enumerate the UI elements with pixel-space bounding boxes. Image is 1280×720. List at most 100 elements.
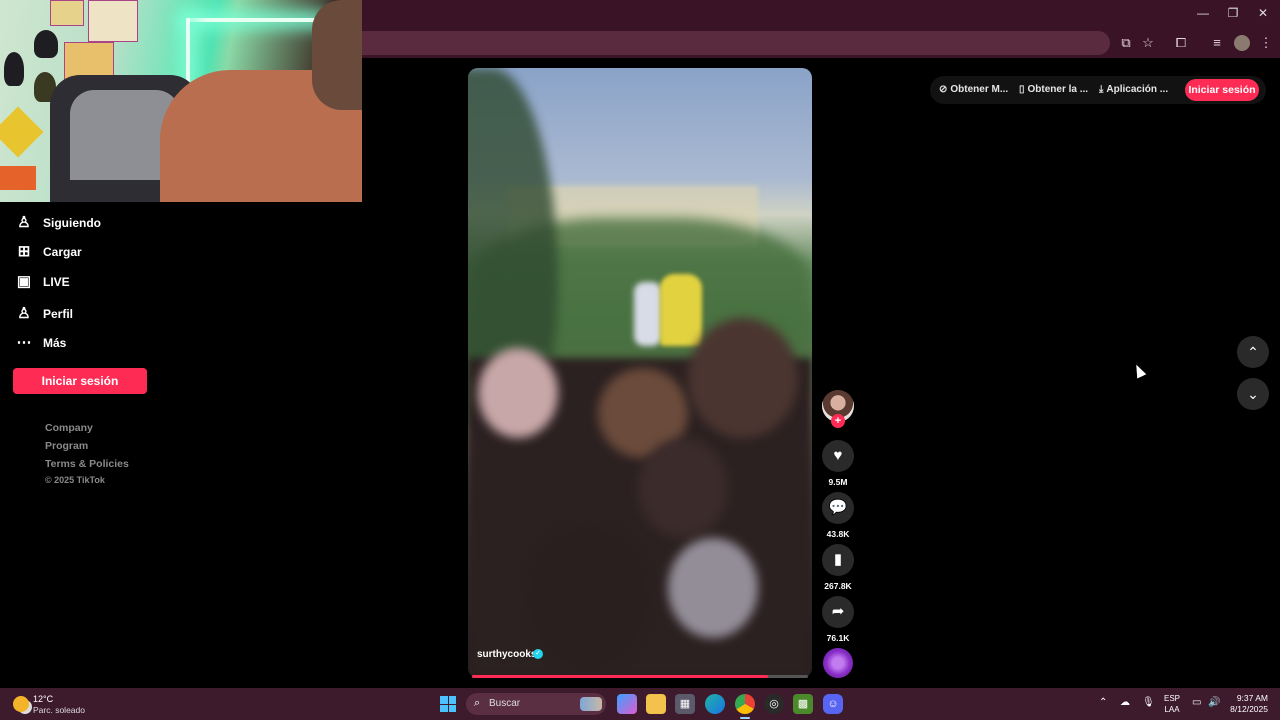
video-scene-child <box>688 318 798 438</box>
video-progress-bar[interactable] <box>472 675 808 678</box>
header-link-coins[interactable]: ⊘ Obtener M... <box>939 84 1008 95</box>
copyright: © 2025 TikTok <box>45 475 105 485</box>
close-button[interactable]: ✕ <box>1256 6 1270 20</box>
windows-logo-icon <box>448 696 456 704</box>
header-login-button[interactable]: Iniciar sesión <box>1185 79 1259 101</box>
sidebar-item-label: Más <box>43 336 67 350</box>
login-button[interactable]: Iniciar sesión <box>13 368 147 394</box>
share-button[interactable]: ➦ <box>822 596 854 628</box>
active-app-indicator <box>740 717 750 719</box>
input-language[interactable]: ESP LAA <box>1160 693 1184 715</box>
chrome-icon[interactable] <box>735 694 755 714</box>
display-icon[interactable]: ▭ <box>1192 697 1201 708</box>
wall-poster <box>88 0 138 42</box>
sidebar-item-label: Siguiendo <box>43 216 101 230</box>
weather-temp[interactable]: 12°C <box>33 694 53 704</box>
extensions-icon[interactable]: ⧠ <box>1172 34 1190 52</box>
minecraft-icon[interactable]: ▩ <box>793 694 813 714</box>
weather-icon[interactable] <box>13 696 29 712</box>
chevron-down-icon: ⌄ <box>1247 386 1259 402</box>
video-scene-child <box>638 438 728 538</box>
sidebar-item-profile[interactable]: ♙ Perfil <box>16 303 73 325</box>
sidebar-item-following[interactable]: ♙ Siguiendo <box>16 212 101 234</box>
file-explorer-icon[interactable] <box>646 694 666 714</box>
upload-icon: ⊞ <box>17 243 31 260</box>
sidebar-item-label: Cargar <box>43 245 82 259</box>
next-video-button[interactable]: ⌄ <box>1237 378 1269 410</box>
taskbar-search[interactable]: ⌕ Buscar <box>466 693 606 715</box>
restore-button[interactable]: ❐ <box>1226 6 1240 20</box>
language-code: ESP <box>1163 694 1180 703</box>
orange-object <box>0 166 36 190</box>
phone-icon: ▯ <box>1019 84 1025 95</box>
sidebar-item-more[interactable]: ⋯ Más <box>16 332 67 354</box>
save-button[interactable]: ▮ <box>822 544 854 576</box>
sidebar-item-label: LIVE <box>43 275 70 289</box>
media-icon[interactable]: ≡ <box>1208 34 1226 52</box>
sidebar-item-upload[interactable]: ⊞ Cargar <box>16 241 82 263</box>
cap <box>34 30 58 58</box>
windows-logo-icon <box>448 704 456 712</box>
profile-icon: ♙ <box>17 305 31 322</box>
mouse-cursor-icon <box>1131 362 1147 379</box>
download-icon: ⤓ <box>1099 84 1104 95</box>
weather-desc[interactable]: Parc. soleado <box>33 705 85 715</box>
install-app-icon[interactable]: ⧉ <box>1117 34 1135 52</box>
sidebar-item-live[interactable]: ▣ LIVE <box>16 271 70 293</box>
obs-icon[interactable]: ◎ <box>764 694 784 714</box>
music-disc-icon[interactable] <box>823 648 853 678</box>
live-icon: ▣ <box>16 273 32 290</box>
onedrive-icon[interactable]: ☁ <box>1120 697 1130 708</box>
video-scene-child <box>478 348 558 438</box>
share-count: 76.1K <box>826 633 850 643</box>
header-link-app[interactable]: ▯ Obtener la ... <box>1019 84 1088 95</box>
copilot-icon[interactable] <box>617 694 637 714</box>
chevron-up-icon[interactable]: ⌃ <box>1099 697 1107 708</box>
more-icon: ⋯ <box>16 334 32 351</box>
menu-icon[interactable]: ⋮ <box>1257 34 1275 52</box>
share-icon: ➦ <box>831 603 845 620</box>
footer-link-company[interactable]: Company <box>45 422 93 434</box>
header-link-download[interactable]: ⤓ Aplicación ... <box>1099 84 1168 95</box>
windows-logo-icon <box>440 704 448 712</box>
clock[interactable]: 9:37 AM 8/12/2025 <box>1224 693 1268 715</box>
volume-icon[interactable]: 🔊 <box>1208 697 1220 708</box>
microphone-icon[interactable]: 🎙 <box>1142 697 1155 708</box>
wall-poster <box>50 0 84 26</box>
verified-icon: ✓ <box>533 649 543 659</box>
star-icon[interactable]: ☆ <box>1139 34 1157 52</box>
like-button[interactable]: ♥ <box>822 440 854 472</box>
video-scene-person <box>634 282 662 346</box>
comment-button[interactable]: 💬 <box>822 492 854 524</box>
clock-date: 8/12/2025 <box>1230 704 1268 714</box>
cap <box>4 52 24 86</box>
previous-video-button[interactable]: ⌃ <box>1237 336 1269 368</box>
header-link-label: Obtener M... <box>950 84 1009 95</box>
video-scene-child <box>528 528 648 668</box>
profile-icon[interactable] <box>1234 35 1250 51</box>
minimize-button[interactable]: — <box>1196 6 1210 20</box>
sidebar-item-label: Perfil <box>43 307 74 321</box>
video-author[interactable]: surthycooks <box>477 649 536 660</box>
heart-icon: ♥ <box>833 447 843 464</box>
comment-icon: 💬 <box>828 499 848 516</box>
video-player[interactable] <box>468 68 812 678</box>
follow-plus-icon[interactable]: + <box>831 414 845 428</box>
windows-logo-icon <box>440 696 448 704</box>
footer-link-terms[interactable]: Terms & Policies <box>45 458 129 470</box>
footer-link-program[interactable]: Program <box>45 440 88 452</box>
search-placeholder: Buscar <box>489 698 521 709</box>
search-highlight-icon <box>580 697 602 711</box>
comment-count: 43.8K <box>826 529 850 539</box>
coin-icon: ⊘ <box>939 84 948 95</box>
led-light <box>186 18 320 22</box>
edge-icon[interactable] <box>705 694 725 714</box>
address-bar[interactable] <box>362 31 1110 55</box>
clock-time: 9:37 AM <box>1236 693 1268 703</box>
discord-icon[interactable]: ☺ <box>823 694 843 714</box>
store-icon[interactable]: ▦ <box>675 694 695 714</box>
browser-titlebar: — ❐ ✕ <box>362 0 1280 28</box>
windows-taskbar: 12°C Parc. soleado ⌕ Buscar ▦ ◎ ▩ ☺ ⌃ ☁ … <box>0 688 1280 720</box>
road-sign <box>0 106 44 158</box>
start-button[interactable] <box>440 696 456 712</box>
